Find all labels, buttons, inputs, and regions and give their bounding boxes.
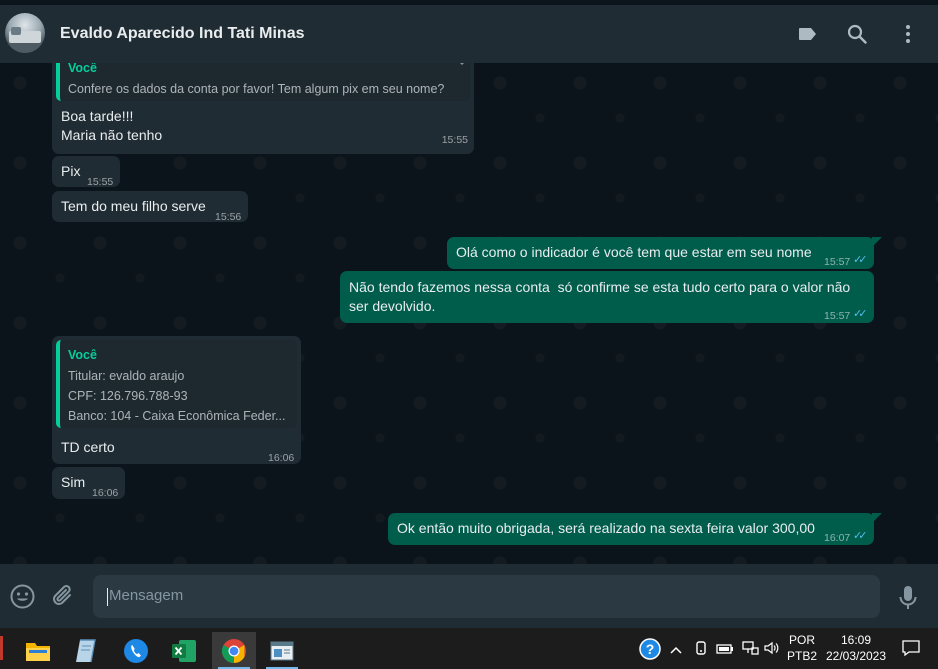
text-caret — [107, 588, 108, 606]
message-time: 15:55 — [441, 134, 468, 146]
avatar[interactable] — [5, 13, 45, 53]
message-text: ser devolvido. — [349, 298, 436, 314]
message-text: Boa tarde!!! — [61, 108, 134, 124]
read-receipt-icon: ✓✓ — [853, 254, 868, 266]
message-time: 15:55 — [87, 176, 114, 188]
network-icon[interactable] — [741, 640, 759, 661]
message-bubble[interactable]: Você Titular: evaldo araujo CPF: 126.796… — [52, 336, 301, 464]
file-explorer-icon[interactable] — [16, 632, 60, 669]
quoted-sender: Você — [68, 348, 97, 362]
quoted-text: CPF: 126.796.788-93 — [68, 389, 188, 403]
message-bubble[interactable]: Você Confere os dados da conta por favor… — [52, 63, 474, 154]
label-icon[interactable] — [796, 22, 820, 46]
message-bubble[interactable]: Pix 15:55 — [52, 156, 120, 188]
battery-icon[interactable] — [716, 642, 734, 660]
read-receipt-icon: ✓✓ — [853, 530, 868, 542]
message-bubble[interactable]: Ok então muito obrigada, será realizado … — [388, 513, 874, 545]
excel-icon[interactable] — [162, 632, 206, 669]
message-time: 15:56 — [215, 211, 242, 223]
message-text: TD certo — [61, 439, 115, 455]
quoted-text: Banco: 104 - Caixa Econômica Feder... — [68, 409, 286, 423]
start-edge[interactable] — [0, 636, 3, 660]
contact-name[interactable]: Evaldo Aparecido Ind Tati Minas — [60, 25, 304, 43]
tray-app-icon[interactable] — [694, 640, 708, 661]
chat-header[interactable]: Evaldo Aparecido Ind Tati Minas — [0, 5, 938, 63]
message-time: 16:06 — [92, 487, 119, 499]
message-text: Olá como o indicador é você tem que esta… — [456, 244, 812, 260]
quoted-text: Confere os dados da conta por favor! Tem… — [68, 82, 445, 96]
help-icon[interactable]: ? — [639, 638, 661, 665]
phone-app-icon[interactable] — [114, 632, 158, 669]
attach-icon[interactable] — [52, 584, 74, 613]
language-indicator[interactable]: POR PTB2 — [786, 632, 818, 664]
clock[interactable]: 16:09 22/03/2023 — [822, 632, 890, 664]
mic-icon[interactable] — [898, 585, 918, 616]
message-text: Ok então muito obrigada, será realizado … — [397, 520, 815, 536]
quoted-sender: Você — [68, 63, 97, 75]
chevron-down-icon[interactable] — [458, 63, 466, 66]
message-text: Tem do meu filho serve — [61, 198, 206, 214]
message-bubble[interactable]: Sim 16:06 — [52, 467, 125, 499]
message-time: 16:07 — [824, 532, 851, 544]
message-time: 15:57 — [824, 256, 851, 268]
windows-taskbar: ? POR PTB2 16:09 22/03/2023 — [0, 628, 938, 669]
message-composer: Mensagem — [0, 564, 938, 628]
message-time: 16:06 — [268, 452, 295, 464]
message-time: 15:57 — [824, 310, 851, 322]
chat-messages-area[interactable]: Você Confere os dados da conta por favor… — [0, 63, 938, 564]
message-text: Pix — [61, 163, 81, 179]
volume-icon[interactable] — [764, 641, 780, 660]
svg-text:?: ? — [646, 641, 655, 657]
search-icon[interactable] — [845, 22, 869, 46]
notes-icon[interactable] — [64, 632, 108, 669]
message-input[interactable]: Mensagem — [93, 575, 880, 618]
message-bubble[interactable]: Olá como o indicador é você tem que esta… — [447, 237, 874, 269]
quoted-text: Titular: evaldo araujo — [68, 369, 185, 383]
quoted-message[interactable]: Você Titular: evaldo araujo CPF: 126.796… — [56, 340, 297, 428]
tray-expand-icon[interactable] — [669, 642, 683, 660]
message-text: Sim — [61, 474, 86, 490]
message-text: Maria não tenho — [61, 127, 163, 143]
bubble-tail — [872, 237, 882, 247]
chrome-icon[interactable] — [212, 632, 256, 669]
menu-icon[interactable] — [896, 22, 920, 46]
read-receipt-icon: ✓✓ — [853, 308, 868, 320]
message-text: Não tendo fazemos nessa conta só confirm… — [349, 279, 851, 295]
message-bubble[interactable]: Não tendo fazemos nessa conta só confirm… — [340, 271, 874, 323]
emoji-icon[interactable] — [10, 584, 35, 614]
message-bubble[interactable]: Tem do meu filho serve 15:56 — [52, 191, 248, 223]
window-app-icon[interactable] — [260, 632, 304, 669]
bubble-tail — [872, 513, 882, 523]
quoted-message[interactable]: Você Confere os dados da conta por favor… — [56, 63, 470, 101]
notifications-icon[interactable] — [902, 639, 920, 662]
